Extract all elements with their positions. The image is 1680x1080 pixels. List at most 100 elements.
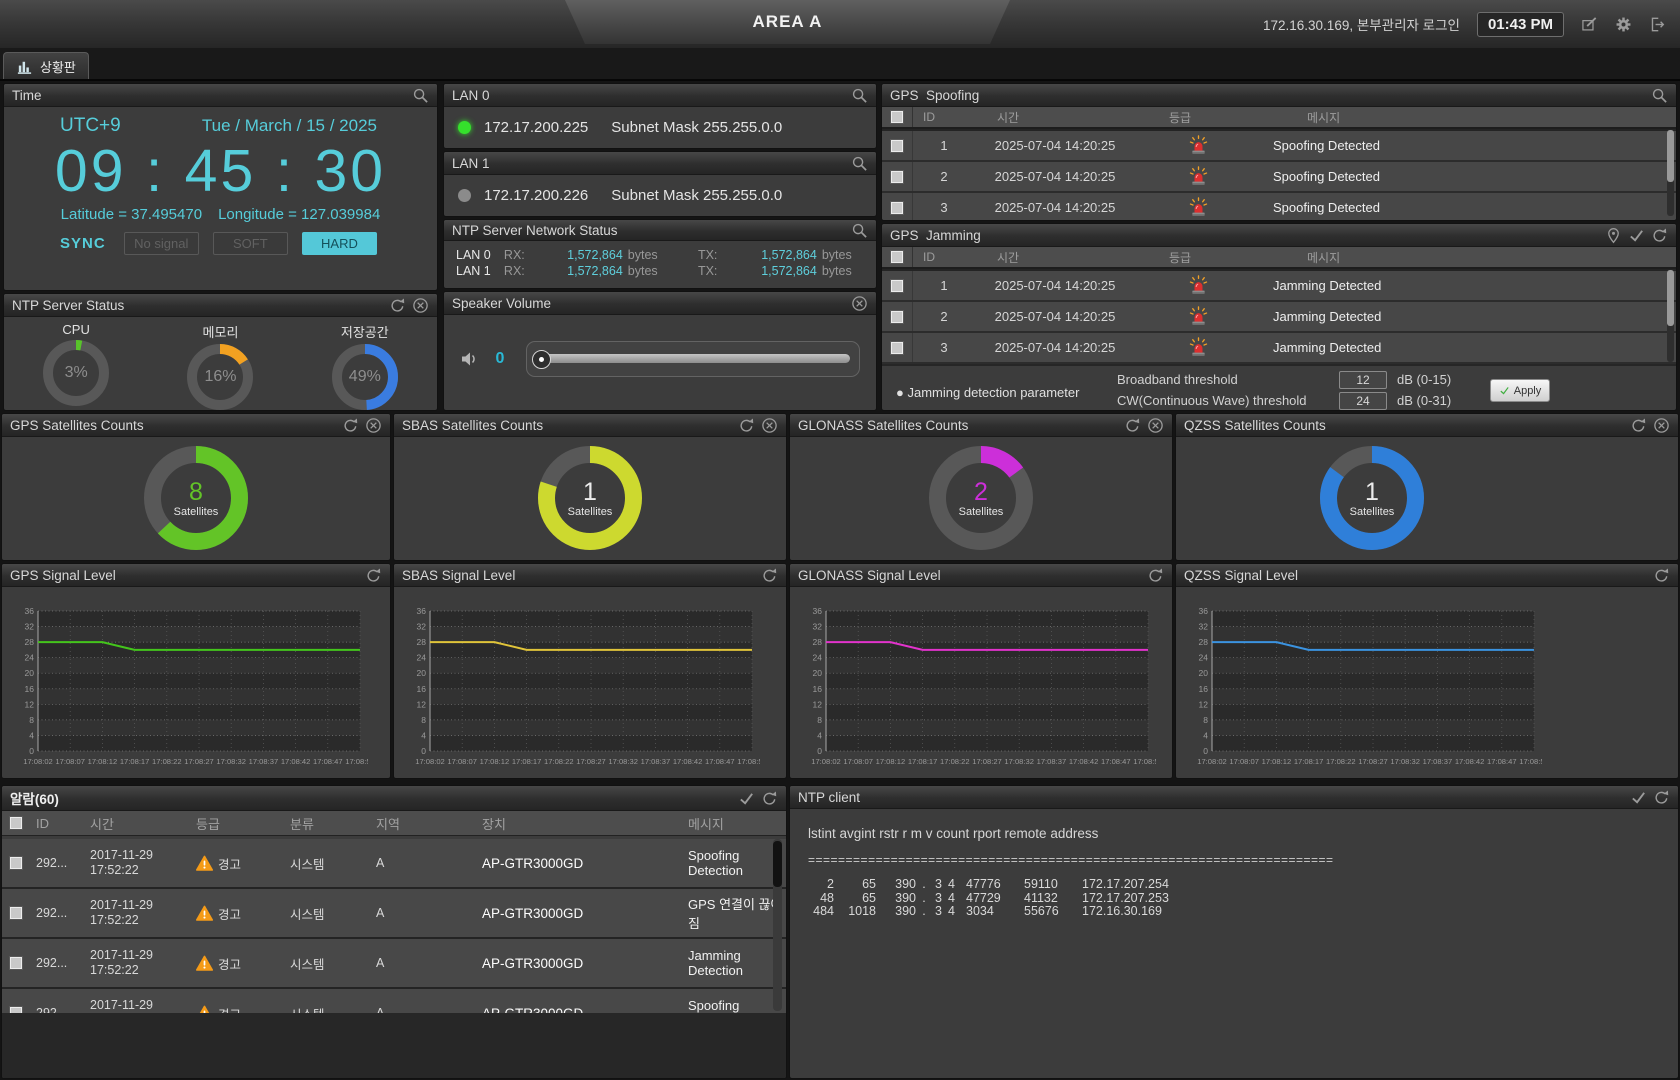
refresh-icon[interactable] [738,417,755,434]
svg-text:12: 12 [417,699,427,709]
svg-text:28: 28 [25,637,35,647]
alarm-row[interactable]: 292...2017-11-2917:52:22경고시스템AAP-GTR3000… [2,839,786,889]
scrollbar-thumb[interactable] [1667,270,1674,326]
search-icon[interactable] [851,87,868,104]
select-all-checkbox[interactable] [2,816,30,830]
svg-text:36: 36 [25,607,35,616]
scrollbar-thumb[interactable] [773,841,782,887]
refresh-icon[interactable] [1124,417,1141,434]
row-message: Spoofing Detected [1261,200,1676,215]
svg-text:17:08:37: 17:08:37 [641,757,671,766]
ntp-client-cell: 65 [834,878,876,892]
alarm-row[interactable]: 292...2017-11-2917:52:22경고시스템AAP-GTR3000… [2,939,786,989]
select-all-checkbox[interactable] [882,247,913,267]
satellite-count-number: 2 [974,479,988,505]
row-checkbox[interactable] [882,131,913,160]
ntp-client-cell: 41132 [1024,892,1082,906]
jamming-row[interactable]: 32025-07-04 14:20:25Jamming Detected [882,333,1676,364]
row-checkbox[interactable] [882,271,913,300]
traffic-cell: 1,572,864 [729,263,817,279]
jamming-row[interactable]: 12025-07-04 14:20:25Jamming Detected [882,271,1676,302]
svg-text:17:08:17: 17:08:17 [120,757,150,766]
location-pin-icon[interactable] [1605,227,1622,244]
close-icon[interactable] [851,295,868,312]
check-icon[interactable] [1630,789,1647,806]
system-clock-badge[interactable]: 01:43 PM [1477,12,1564,37]
refresh-icon[interactable] [1147,567,1164,584]
traffic-cell: 1,572,864 [535,263,623,279]
row-grade [1135,337,1261,358]
column-header: 등급 [1157,249,1295,266]
close-icon[interactable] [1653,417,1670,434]
refresh-icon[interactable] [1630,417,1647,434]
scrollbar-thumb[interactable] [1667,130,1674,182]
close-icon[interactable] [412,297,429,314]
sync-no-signal-button[interactable]: No signal [124,232,199,255]
check-icon[interactable] [738,790,755,807]
alarm-row[interactable]: 292...2017-11-2917:52:22경고시스템AAP-GTR3000… [2,989,786,1015]
checkbox-box [9,956,23,970]
sync-soft-button[interactable]: SOFT [213,232,288,255]
refresh-icon[interactable] [342,417,359,434]
jamming-param-text: Jamming detection parameter [907,385,1079,400]
row-time: 2025-07-04 14:20:25 [975,340,1135,355]
spoofing-row[interactable]: 32025-07-04 14:20:25Spoofing Detected [882,193,1676,220]
search-icon[interactable] [1651,87,1668,104]
search-icon[interactable] [412,87,429,104]
svg-text:17:08:42: 17:08:42 [673,757,703,766]
refresh-icon[interactable] [1653,789,1670,806]
scrollbar[interactable] [1667,270,1674,362]
tab-dashboard[interactable]: 상황판 [3,52,89,79]
svg-text:12: 12 [1199,699,1209,709]
threshold-input[interactable]: 24 [1339,392,1387,410]
row-checkbox[interactable] [2,956,30,970]
satellite-donut: 1Satellites [538,446,642,550]
panel-title: NTP Server Network Status [452,223,618,238]
threshold-input[interactable]: 12 [1339,371,1387,389]
alarm-row[interactable]: 292...2017-11-2917:52:22경고시스템AAP-GTR3000… [2,889,786,939]
row-checkbox[interactable] [2,906,30,920]
search-icon[interactable] [851,222,868,239]
traffic-cell: 1,572,864 [535,247,623,263]
refresh-icon[interactable] [761,790,778,807]
svg-text:4: 4 [29,730,34,740]
close-icon[interactable] [761,417,778,434]
refresh-icon[interactable] [389,297,406,314]
close-icon[interactable] [365,417,382,434]
scrollbar[interactable] [1667,130,1674,216]
volume-slider-handle[interactable] [532,350,551,369]
svg-text:17:08:52: 17:08:52 [1519,757,1542,766]
area-title-tab[interactable]: AREA A [565,0,1010,44]
refresh-icon[interactable] [1651,227,1668,244]
jamming-row[interactable]: 22025-07-04 14:20:25Jamming Detected [882,302,1676,333]
select-all-checkbox[interactable] [882,107,913,127]
search-icon[interactable] [851,155,868,172]
sync-hard-button[interactable]: HARD [302,232,377,255]
close-icon[interactable] [1147,417,1164,434]
column-header: ID [30,816,84,831]
spoofing-row[interactable]: 22025-07-04 14:20:25Spoofing Detected [882,162,1676,193]
row-checkbox[interactable] [882,333,913,362]
settings-gear-icon[interactable] [1615,16,1632,33]
column-header: 시간 [985,249,1157,266]
volume-slider-track[interactable] [536,354,850,363]
volume-slider[interactable] [526,341,860,377]
ntp-server-status-panel: NTP Server Status CPU3%메모리16%저장공간49% [4,294,437,410]
check-icon[interactable] [1628,227,1645,244]
apply-button[interactable]: Apply [1490,379,1550,402]
row-checkbox[interactable] [2,856,30,870]
svg-text:17:08:07: 17:08:07 [843,757,873,766]
spoofing-row[interactable]: 12025-07-04 14:20:25Spoofing Detected [882,131,1676,162]
refresh-icon[interactable] [1653,567,1670,584]
svg-text:32: 32 [25,622,35,632]
refresh-icon[interactable] [365,567,382,584]
panel-title: GLONASS Satellites Counts [798,418,968,433]
row-checkbox[interactable] [882,193,913,220]
scrollbar[interactable] [773,839,782,1011]
refresh-icon[interactable] [761,567,778,584]
row-checkbox[interactable] [882,162,913,191]
satellite-count-unit: Satellites [568,506,613,518]
edit-layout-icon[interactable] [1581,16,1598,33]
logout-icon[interactable] [1649,16,1666,33]
row-checkbox[interactable] [882,302,913,331]
